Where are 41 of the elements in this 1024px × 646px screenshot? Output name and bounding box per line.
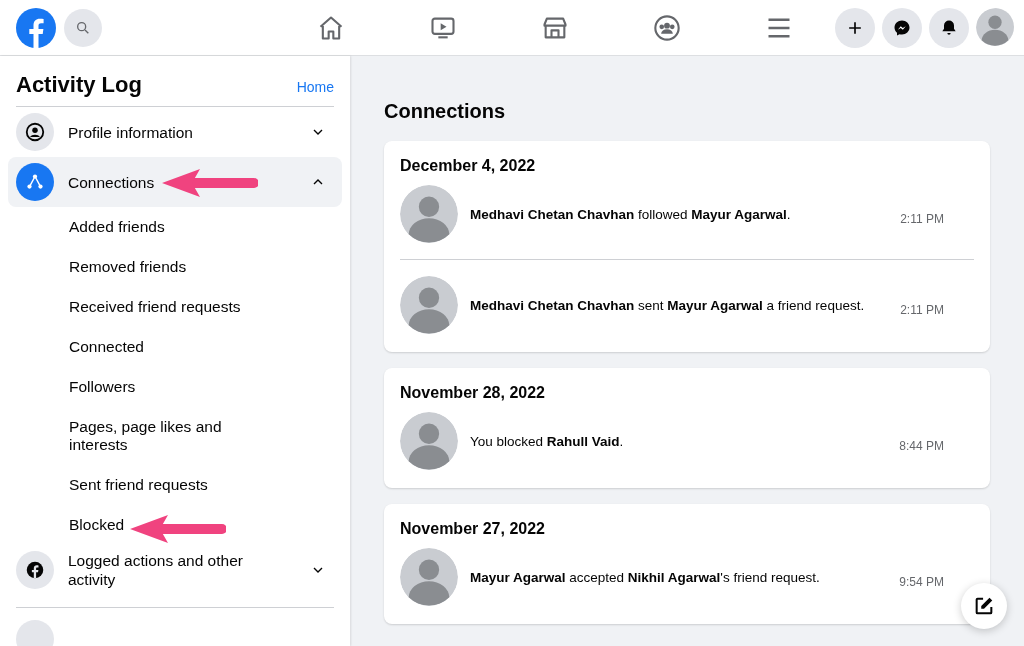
section-item[interactable]: Logged actions and other activity (8, 545, 342, 595)
activity-text: Mayur Agarwal accepted Nikhil Agarwal's friend request. (470, 569, 821, 585)
timestamp: 8:44 PM (899, 438, 944, 453)
avatar (400, 276, 458, 334)
submenu-item[interactable]: Added friends (69, 207, 269, 247)
date-heading: November 27, 2022 (400, 520, 546, 538)
plus-button[interactable] (835, 7, 875, 48)
bell-button[interactable] (929, 7, 969, 48)
date-heading: November 28, 2022 (400, 384, 546, 402)
avatar (400, 548, 458, 606)
activity-text: Medhavi Chetan Chavhan sent Mayur Agarwal a friend request. (470, 297, 866, 313)
logo-icon (16, 7, 56, 48)
edit-icon (973, 595, 995, 617)
submenu-item[interactable]: Blocked (69, 505, 269, 545)
home-link[interactable]: Home (296, 79, 334, 95)
submenu-item[interactable]: Removed friends (69, 247, 269, 287)
submenu-item[interactable]: Received friend requests (69, 287, 269, 327)
submenu-item[interactable]: Followers (69, 367, 269, 407)
date-heading: December 4, 2022 (400, 157, 537, 175)
timestamp: 2:11 PM (900, 302, 944, 317)
timestamp: 2:11 PM (900, 211, 944, 226)
messenger-button[interactable] (882, 7, 922, 48)
section-item[interactable]: Profile information (8, 107, 342, 157)
avatar (400, 412, 458, 470)
page-title: Activity Log (16, 72, 142, 98)
search-icon (75, 19, 91, 36)
timestamp: 9:54 PM (899, 574, 944, 589)
submenu-item[interactable]: Sent friend requests (69, 465, 269, 505)
logo-icon (24, 559, 46, 581)
submenu-item[interactable]: Connected (69, 327, 269, 367)
compose-button[interactable] (961, 583, 1007, 629)
avatar-icon (976, 7, 1014, 46)
avatar (400, 185, 458, 243)
groups-icon (653, 13, 681, 42)
profile-icon (24, 121, 46, 143)
profile-avatar[interactable] (976, 7, 1016, 48)
section-heading: Connections (384, 100, 507, 123)
activity-text: You blocked Rahull Vaid. (470, 433, 625, 449)
activity-text: Medhavi Chetan Chavhan followed Mayur Agarwal. (470, 206, 792, 222)
submenu-item[interactable]: Pages, page likes and interests (69, 407, 269, 465)
section-item[interactable]: Connections (8, 157, 342, 207)
